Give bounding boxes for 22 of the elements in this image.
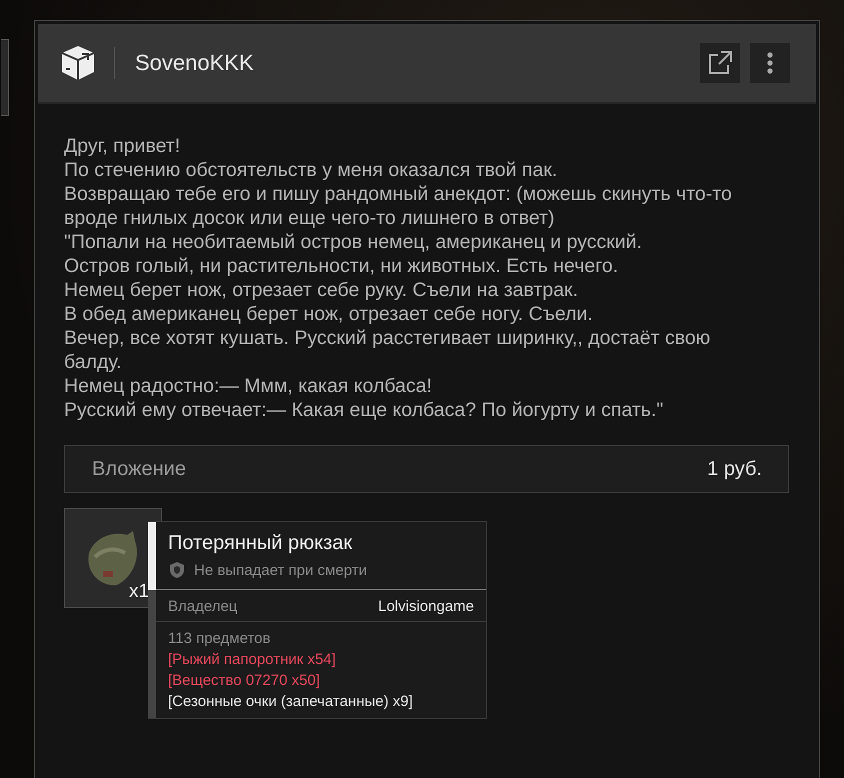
message-line: В обед американец берет нож, отрезает себе ногу. Съели. (64, 302, 594, 326)
item-count: x1 (129, 581, 150, 603)
owner-name: Lolvisiongame (378, 598, 474, 615)
owner-label: Владелец (168, 598, 238, 615)
item-note: Не выпадает при смерти (194, 562, 367, 578)
message-line: Остров голый, ни растительности, ни животных. Есть нечего. (64, 254, 620, 278)
message-line: По стечению обстоятельств у меня оказался твой пак. (64, 158, 558, 182)
sender-name: SovenoKKK (135, 50, 255, 76)
contents-count: 113 предметов (168, 630, 272, 647)
message-line: "Попали на необитаемый остров немец, американец и русский. (64, 230, 643, 254)
message-line: Возвращаю тебе его и пишу рандомный анекдот: (можешь скинуть что-то вроде гнилых досок или еще чего-то лишнего в ответ) (64, 182, 733, 230)
message-line: Друг, привет! (64, 134, 182, 158)
message-line: Вечер, все хотят кушать. Русский расстегивает ширинку,, достаёт свою балду. (64, 326, 712, 374)
item-title: Потерянный рюкзак (168, 532, 354, 555)
message-line: Немец радостно:— Ммм, какая колбаса! (64, 374, 433, 398)
contents-entry: [Сезонные очки (запечатанные) x9] (168, 693, 414, 710)
message-line: Немец берет нож, отрезает себе руку. Съели на завтрак. (64, 278, 579, 302)
contents-entry: [Вещество 07270 x50] (168, 672, 321, 689)
attachment-label: Вложение (92, 458, 186, 480)
attachment-amount: 1 руб. (707, 458, 762, 480)
contents-entry: [Рыжий папоротник x54] (168, 651, 337, 668)
message-line: Русский ему отвечает:— Какая еще колбаса? По йогурту и спать." (64, 398, 664, 422)
